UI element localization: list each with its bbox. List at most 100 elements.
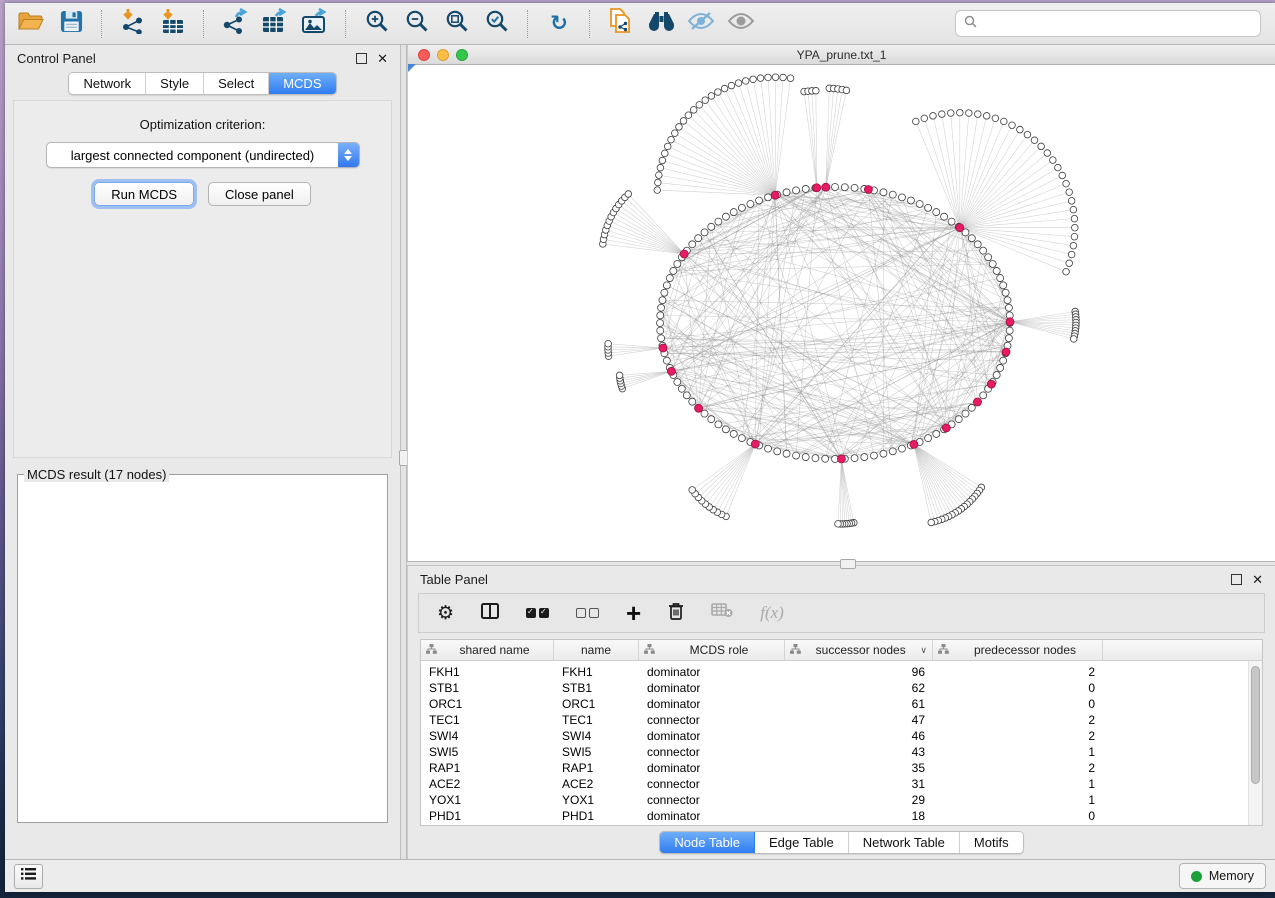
show-all-button[interactable] — [723, 7, 759, 41]
table-row[interactable]: YOX1YOX1connector291 — [421, 792, 1262, 808]
table-row[interactable]: STB1STB1dominator620 — [421, 680, 1262, 696]
export-network-button[interactable] — [217, 7, 253, 41]
splitter-handle[interactable] — [840, 559, 856, 569]
zoom-in-button[interactable] — [359, 7, 395, 41]
zoom-out-icon — [405, 9, 430, 39]
save-session-button[interactable] — [53, 7, 89, 41]
tab-mcds[interactable]: MCDS — [269, 73, 335, 94]
tree-column-icon — [644, 643, 655, 657]
new-network-from-selection-button[interactable] — [603, 7, 639, 41]
import-network-button[interactable] — [115, 7, 151, 41]
minimize-window-icon[interactable] — [437, 49, 449, 61]
column-label: shared name — [441, 643, 548, 657]
tab-network-table[interactable]: Network Table — [849, 832, 960, 853]
delete-columns-button[interactable] — [668, 602, 684, 625]
zoom-out-button[interactable] — [399, 7, 435, 41]
apply-layout-button[interactable]: ↻ — [541, 7, 577, 41]
plus-icon: + — [626, 603, 641, 624]
column-header-shared-name[interactable]: shared name — [421, 640, 554, 660]
table-row[interactable]: FKH1FKH1dominator962 — [421, 664, 1262, 680]
first-neighbors-button[interactable] — [643, 7, 679, 41]
table-cell: YOX1 — [554, 793, 639, 807]
optimization-criterion-select[interactable]: largest connected component (undirected) — [46, 142, 360, 168]
vertical-splitter[interactable] — [400, 45, 407, 859]
function-builder-button[interactable]: f(x) — [760, 603, 784, 623]
table-row[interactable]: ORC1ORC1dominator610 — [421, 696, 1262, 712]
tab-node-table[interactable]: Node Table — [660, 832, 755, 853]
mcds-result-title: MCDS result (17 nodes) — [24, 467, 169, 482]
tree-column-icon — [938, 643, 949, 657]
empty-box-icon — [589, 608, 599, 618]
table-row[interactable]: SWI5SWI5connector431 — [421, 744, 1262, 760]
table-cell: 0 — [933, 681, 1103, 695]
open-file-button[interactable] — [13, 7, 49, 41]
tab-style[interactable]: Style — [146, 73, 204, 94]
tree-column-icon — [790, 643, 801, 657]
zoom-selected-button[interactable] — [479, 7, 515, 41]
memory-label: Memory — [1209, 869, 1254, 883]
import-table-button[interactable] — [155, 7, 191, 41]
column-header-name[interactable]: name — [554, 640, 639, 660]
optimization-criterion-label: Optimization criterion: — [14, 117, 391, 132]
open-folder-icon — [18, 11, 44, 37]
add-column-button[interactable]: + — [626, 603, 641, 624]
zoom-in-icon — [365, 9, 390, 39]
scrollbar-thumb[interactable] — [1251, 666, 1260, 784]
float-panel-icon[interactable] — [356, 53, 367, 64]
close-panel-button[interactable]: Close panel — [208, 182, 311, 206]
column-label: predecessor nodes — [953, 643, 1097, 657]
tab-edge-table[interactable]: Edge Table — [755, 832, 849, 853]
search-box[interactable] — [955, 10, 1261, 37]
empty-box-icon — [576, 608, 586, 618]
memory-button[interactable]: Memory — [1179, 863, 1266, 889]
close-window-icon[interactable] — [418, 49, 430, 61]
table-row[interactable]: TEC1TEC1connector472 — [421, 712, 1262, 728]
close-panel-icon[interactable]: ✕ — [377, 52, 388, 65]
column-header-predecessor-nodes[interactable]: predecessor nodes — [933, 640, 1103, 660]
float-panel-icon[interactable] — [1231, 574, 1242, 585]
delete-table-button[interactable] — [711, 603, 733, 623]
close-panel-icon[interactable]: ✕ — [1252, 573, 1263, 586]
export-table-button[interactable] — [257, 7, 293, 41]
search-input[interactable] — [983, 16, 1252, 32]
network-canvas[interactable] — [408, 65, 1275, 561]
table-row[interactable]: ACE2ACE2connector311 — [421, 776, 1262, 792]
select-all-button[interactable] — [526, 608, 549, 618]
column-header-MCDS-role[interactable]: MCDS role — [639, 640, 785, 660]
column-header-successor-nodes[interactable]: successor nodes∨ — [785, 640, 933, 660]
hide-selected-button[interactable] — [683, 7, 719, 41]
tab-network[interactable]: Network — [69, 73, 146, 94]
table-cell: TEC1 — [421, 713, 554, 727]
table-row[interactable]: SWI4SWI4dominator462 — [421, 728, 1262, 744]
export-image-button[interactable] — [297, 7, 333, 41]
maximize-window-icon[interactable] — [456, 49, 468, 61]
run-mcds-button[interactable]: Run MCDS — [94, 182, 194, 206]
table-row[interactable]: RAP1RAP1dominator352 — [421, 760, 1262, 776]
table-cell: connector — [639, 745, 785, 759]
table-mode-button[interactable]: ⚙ — [437, 604, 454, 623]
table-cell: 1 — [933, 745, 1103, 759]
right-column: YPA_prune.txt_1 Table Panel ✕ — [407, 45, 1275, 859]
control-panel: Control Panel ✕ NetworkStyleSelectMCDS O… — [5, 45, 400, 859]
desktop-wallpaper: ↻ — [0, 0, 1275, 898]
table-toolbar: ⚙ + f(x) — [418, 593, 1265, 633]
network-titlebar[interactable]: YPA_prune.txt_1 — [408, 45, 1275, 65]
tab-motifs[interactable]: Motifs — [960, 832, 1023, 853]
task-history-button[interactable] — [14, 864, 43, 889]
toolbar-separator — [203, 10, 205, 38]
zoom-fit-button[interactable] — [439, 7, 475, 41]
tree-column-icon — [426, 643, 437, 657]
table-row[interactable]: PHD1PHD1dominator180 — [421, 808, 1262, 824]
deselect-all-button[interactable] — [576, 608, 599, 618]
tab-select[interactable]: Select — [204, 73, 269, 94]
table-cell: 1 — [933, 793, 1103, 807]
show-columns-button[interactable] — [481, 603, 499, 624]
table-cell: 2 — [933, 665, 1103, 679]
control-panel-header: Control Panel ✕ — [5, 45, 400, 71]
checked-box-icon — [526, 608, 536, 618]
table-scrollbar[interactable] — [1248, 661, 1262, 825]
copy-network-icon — [609, 8, 633, 39]
horizontal-splitter[interactable] — [407, 561, 1275, 566]
table-cell: STB1 — [421, 681, 554, 695]
dropdown-stepper-icon — [338, 143, 359, 167]
